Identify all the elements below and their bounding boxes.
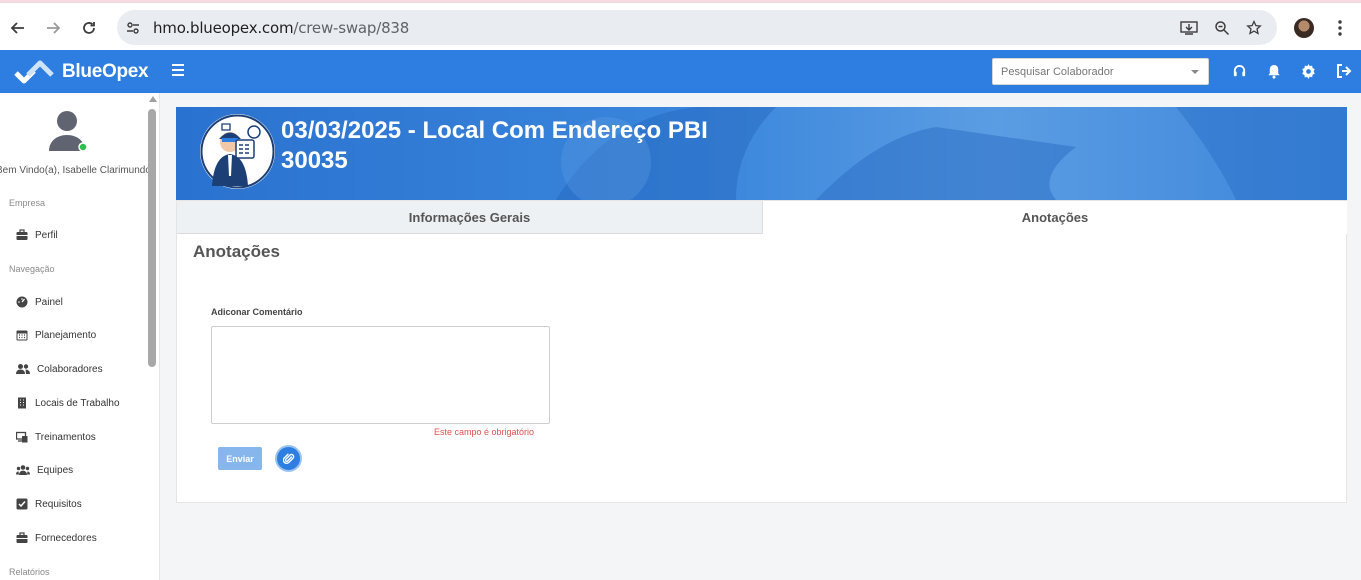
comment-field-label: Adiconar Comentário bbox=[211, 307, 303, 317]
building-icon bbox=[18, 397, 26, 409]
section-label-relatorios: Relatórios bbox=[9, 567, 50, 577]
logo[interactable]: BlueOpex bbox=[14, 58, 149, 86]
calendar-icon bbox=[16, 330, 28, 341]
browser-menu-icon[interactable] bbox=[1330, 17, 1350, 39]
checkbox-icon bbox=[16, 498, 28, 510]
sidebar-item-label: Requisitos bbox=[35, 498, 82, 510]
install-app-icon[interactable] bbox=[1179, 18, 1199, 38]
attach-button[interactable] bbox=[275, 445, 302, 472]
sidebar-item-planejamento[interactable]: Planejamento bbox=[16, 327, 96, 343]
notes-card: Informações Gerais Anotações Anotações A… bbox=[176, 200, 1347, 503]
sidebar-item-equipes[interactable]: Equipes bbox=[16, 462, 73, 478]
zoom-icon[interactable] bbox=[1212, 18, 1232, 38]
sidebar-item-requisitos[interactable]: Requisitos bbox=[16, 496, 82, 512]
briefcase-icon bbox=[16, 532, 28, 543]
section-label-navegacao: Navegação bbox=[9, 264, 55, 274]
hamburger-menu-icon[interactable] bbox=[171, 63, 185, 77]
section-label-empresa: Empresa bbox=[9, 198, 46, 208]
sidebar: Bem Vindo(a), Isabelle Clarimundo Empres… bbox=[0, 93, 160, 580]
chevron-down-icon bbox=[1191, 70, 1199, 74]
required-field-error: Este campo é obrigatório bbox=[434, 427, 535, 437]
search-placeholder: Pesquisar Colaborador bbox=[1001, 66, 1114, 78]
blueopex-logo-icon bbox=[14, 60, 54, 84]
sidebar-item-label: Equipes bbox=[37, 464, 74, 476]
users-icon bbox=[16, 364, 30, 374]
scrollbar-thumb[interactable] bbox=[148, 109, 156, 367]
paperclip-icon bbox=[282, 453, 294, 464]
send-button[interactable]: Enviar bbox=[218, 447, 262, 470]
training-icon bbox=[16, 431, 28, 443]
sidebar-item-label: Planejamento bbox=[35, 329, 97, 341]
page-title: 03/03/2025 - Local Com Endereço PBI 3003… bbox=[281, 117, 708, 174]
bell-icon[interactable] bbox=[1265, 62, 1283, 80]
sidebar-item-label: Locais de Trabalho bbox=[35, 397, 120, 409]
comment-textarea[interactable] bbox=[211, 326, 550, 424]
welcome-text: Bem Vindo(a), Isabelle Clarimundo bbox=[0, 165, 148, 176]
sidebar-item-painel[interactable]: Painel bbox=[16, 294, 63, 310]
sidebar-item-label: Fornecedores bbox=[35, 532, 97, 544]
tab-anotacoes[interactable]: Anotações bbox=[763, 201, 1347, 234]
gear-icon[interactable] bbox=[1299, 62, 1317, 80]
team-icon bbox=[16, 465, 30, 475]
logout-icon[interactable] bbox=[1335, 62, 1353, 80]
user-avatar[interactable] bbox=[47, 109, 88, 153]
sidebar-item-label: Treinamentos bbox=[35, 431, 96, 443]
support-headset-icon[interactable] bbox=[1230, 62, 1248, 80]
sidebar-item-label: Colaboradores bbox=[37, 363, 103, 375]
section-title: Anotações bbox=[193, 242, 280, 261]
sidebar-item-label: Painel bbox=[35, 296, 63, 308]
app-header: BlueOpex Pesquisar Colaborador bbox=[0, 50, 1361, 93]
reload-icon[interactable] bbox=[76, 15, 102, 41]
dashboard-icon bbox=[16, 296, 28, 308]
briefcase-icon bbox=[16, 229, 28, 240]
sidebar-item-treinamentos[interactable]: Treinamentos bbox=[16, 429, 96, 445]
browser-profile-avatar[interactable] bbox=[1294, 18, 1314, 38]
tab-informacoes-gerais[interactable]: Informações Gerais bbox=[177, 201, 763, 234]
sidebar-item-perfil[interactable]: Perfil bbox=[16, 227, 58, 243]
sidebar-item-locais-de-trabalho[interactable]: Locais de Trabalho bbox=[16, 395, 120, 411]
sidebar-item-label: Perfil bbox=[35, 229, 58, 241]
browser-toolbar: hmo.blueopex.com/crew-swap/838 bbox=[0, 0, 1361, 50]
bookmark-star-icon[interactable] bbox=[1244, 18, 1264, 38]
address-bar[interactable]: hmo.blueopex.com/crew-swap/838 bbox=[117, 10, 1277, 45]
sidebar-scrollbar[interactable] bbox=[147, 93, 157, 580]
app-name: BlueOpex bbox=[62, 61, 149, 82]
event-avatar bbox=[200, 114, 275, 189]
search-collaborator-select[interactable]: Pesquisar Colaborador bbox=[992, 58, 1209, 85]
scroll-up-arrow-icon[interactable] bbox=[149, 96, 157, 102]
back-icon[interactable] bbox=[5, 15, 31, 41]
page-banner: 03/03/2025 - Local Com Endereço PBI 3003… bbox=[176, 107, 1347, 200]
url-text: hmo.blueopex.com/crew-swap/838 bbox=[153, 19, 410, 37]
site-settings-icon[interactable] bbox=[123, 18, 143, 38]
sidebar-item-fornecedores[interactable]: Fornecedores bbox=[16, 530, 97, 546]
sidebar-item-colaboradores[interactable]: Colaboradores bbox=[16, 361, 103, 377]
forward-icon[interactable] bbox=[40, 15, 66, 41]
